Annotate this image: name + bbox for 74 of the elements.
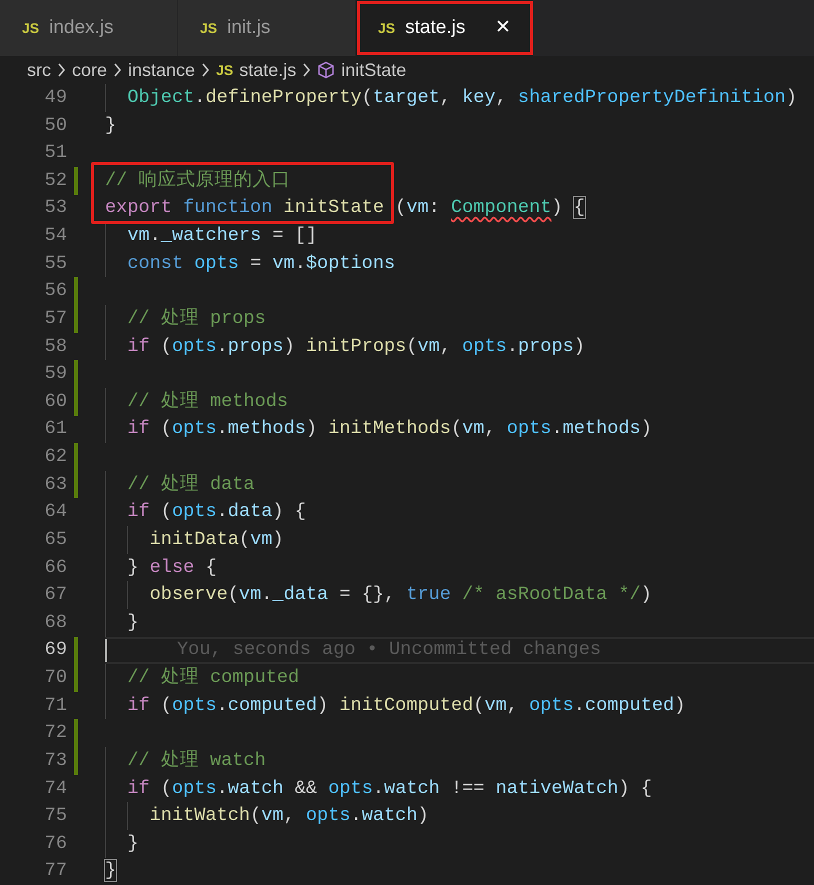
code-line: // 响应式原理的入口 (105, 168, 290, 193)
line-number: 72 (44, 721, 67, 746)
line-number: 66 (44, 556, 67, 580)
line-number: 75 (44, 804, 67, 828)
line-number: 57 (44, 306, 67, 331)
line-number: 77 (44, 859, 67, 884)
code-line: if (opts.props) initProps(vm, opts.props) (126, 334, 585, 358)
line-number: 64 (44, 500, 67, 524)
code-line: // 处理 methods (126, 390, 288, 414)
line-number: 58 (44, 334, 67, 358)
line-number: 59 (44, 362, 67, 386)
chevron-icon (302, 63, 312, 77)
chevron-icon (57, 63, 66, 77)
code-line: } (126, 610, 138, 635)
line-number: 53 (44, 196, 67, 220)
js-file-icon: JS (216, 60, 234, 80)
chevron-icon (113, 63, 122, 77)
breadcrumb-item[interactable]: core (72, 56, 108, 84)
code-line: } else { (126, 556, 217, 580)
code-line: } (105, 859, 116, 884)
code-line: } (126, 832, 138, 856)
line-number: 68 (44, 610, 67, 635)
breadcrumb-item[interactable]: state.js (239, 56, 296, 84)
blame-annotation: You, seconds ago • Uncommitted changes (177, 638, 602, 662)
js-file-icon: JS (378, 18, 396, 38)
code-line: if (opts.methods) initMethods(vm, opts.methods) (126, 417, 652, 442)
line-number: 62 (44, 445, 67, 469)
line-number: 74 (44, 776, 67, 800)
line-number: 73 (44, 748, 67, 773)
close-icon[interactable]: ✕ (495, 14, 511, 42)
line-number: 76 (44, 832, 67, 856)
cube-icon (317, 61, 336, 79)
line-number: 51 (44, 141, 67, 166)
chevron-icon (201, 63, 210, 77)
line-number: 55 (44, 252, 67, 276)
line-number: 60 (44, 390, 67, 414)
line-number: 71 (44, 694, 67, 718)
line-number: 54 (44, 224, 67, 248)
line-number: 67 (44, 583, 67, 608)
line-number: 69 (44, 638, 67, 662)
editor-tab[interactable]: JS index.js (0, 0, 178, 56)
line-number: 61 (44, 417, 67, 442)
line-number: 56 (44, 279, 67, 304)
code-line: initData(vm) (148, 528, 284, 552)
code-line: const opts = vm.$options (126, 252, 396, 276)
line-number: 65 (44, 528, 67, 552)
code-line: if (opts.computed) initComputed(vm, opts.computed) (126, 694, 686, 718)
breadcrumb-item[interactable]: initState (341, 56, 406, 84)
code-line: initWatch(vm, opts.watch) (148, 804, 429, 828)
code-line: if (opts.watch && opts.watch !== nativeWatch) { (126, 776, 652, 800)
code-line: // 处理 data (126, 472, 255, 497)
code-line: export function initState (vm: Component) { (105, 196, 585, 220)
line-number: 63 (44, 472, 67, 497)
code-line: if (opts.data) { (126, 500, 306, 524)
editor-tab[interactable]: JS init.js (178, 0, 356, 56)
tab-label: init.js (227, 16, 270, 40)
code-line: Object.defineProperty(target, key, sharedPropertyDefinition) (126, 86, 797, 110)
line-number: 49 (44, 86, 67, 110)
line-number: 50 (44, 114, 67, 138)
js-file-icon: JS (22, 18, 40, 38)
code-line: // 处理 watch (126, 748, 266, 773)
editor-tab[interactable]: JS state.js ✕ (356, 0, 534, 56)
js-file-icon: JS (200, 18, 218, 38)
code-line: } (105, 114, 116, 138)
breadcrumb-item[interactable]: src (27, 56, 51, 84)
breadcrumb-item[interactable]: instance (128, 56, 196, 84)
code-line: vm._watchers = [] (126, 224, 318, 248)
code-line: // 处理 computed (126, 666, 300, 690)
tab-label: index.js (49, 16, 114, 40)
line-number: 52 (44, 168, 67, 193)
line-number: 70 (44, 666, 67, 690)
code-line: observe(vm._data = {}, true /* asRootData */) (148, 583, 652, 608)
tab-label: state.js (405, 16, 466, 40)
code-line: // 处理 props (126, 306, 266, 331)
